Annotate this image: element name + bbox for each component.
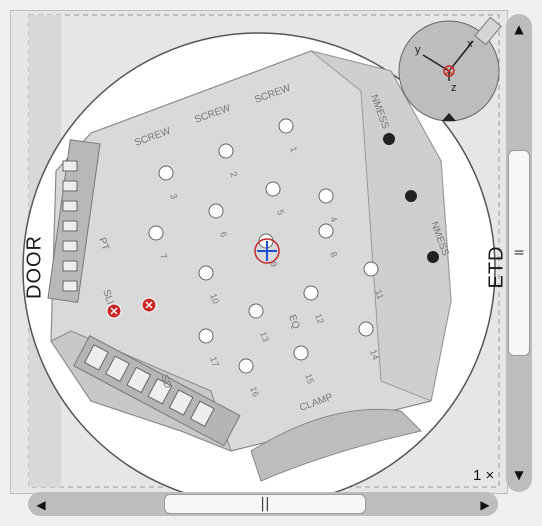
scroll-right-arrow-icon[interactable]: ▶ xyxy=(472,492,498,518)
door-label: DOOR xyxy=(23,235,46,299)
sample-viewport[interactable]: SCREW SCREW SCREW NMESS NMESS CLAMP SLID… xyxy=(10,10,508,494)
red-marker-icon[interactable] xyxy=(141,297,157,313)
orientation-compass-icon: x y z xyxy=(398,16,502,122)
red-marker-icon[interactable] xyxy=(106,303,122,319)
viewport-canvas[interactable]: SCREW SCREW SCREW NMESS NMESS CLAMP SLID… xyxy=(11,11,507,493)
scroll-left-arrow-icon[interactable]: ◀ xyxy=(28,492,54,518)
horizontal-scroll-thumb[interactable]: || xyxy=(164,494,366,514)
scroll-down-arrow-icon[interactable]: ▼ xyxy=(506,462,532,488)
vertical-scrollbar[interactable]: ▲ = ▼ xyxy=(506,14,532,492)
compass-axis-y: y xyxy=(415,44,421,56)
grip-icon: || xyxy=(260,496,270,512)
scroll-up-arrow-icon[interactable]: ▲ xyxy=(506,16,532,42)
etd-label: ETD xyxy=(485,245,508,289)
vertical-scroll-thumb[interactable]: = xyxy=(508,150,530,356)
horizontal-scrollbar[interactable]: ◀ || ▶ xyxy=(28,492,498,516)
grip-icon: = xyxy=(513,245,525,261)
zoom-level: 1 × xyxy=(473,467,495,484)
crosshair-icon[interactable] xyxy=(254,238,280,264)
compass-axis-z: z xyxy=(451,82,457,94)
compass-axis-x: x xyxy=(467,38,473,50)
